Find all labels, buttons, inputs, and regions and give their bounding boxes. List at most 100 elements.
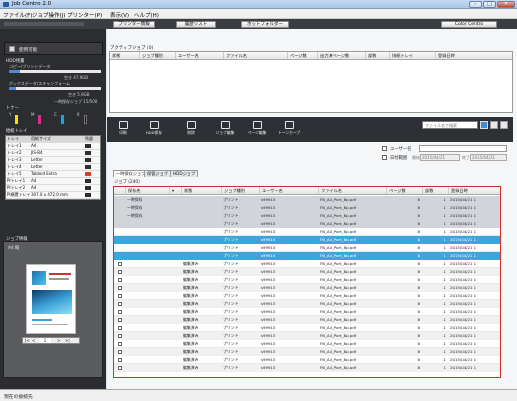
tray-row[interactable]: トレイ5 Tabloid Extra — [6, 171, 100, 178]
table-row[interactable]: 編集済み プリント s99915 FB_A4_Port_8p.pdf 8 1 2015/04… — [114, 324, 500, 332]
cell-file: FB_A4_Port_8p.pdf — [320, 357, 357, 362]
hdd-save-button[interactable]: HDD保存 — [142, 120, 166, 140]
sort-icon[interactable]: ▾ — [170, 187, 182, 194]
tray-row[interactable]: トレイ4 Letter — [6, 164, 100, 171]
print-button[interactable]: 印刷 — [111, 120, 135, 140]
printer-icon — [9, 46, 15, 52]
table-row[interactable]: 編集済み プリント s99915 FB_A4_Port_8p.pdf 8 1 2015/04… — [114, 292, 500, 300]
table-row[interactable]: プリント s99915 FB_A4_Port_8p.pdf 8 1 2015/04/21 … — [114, 228, 500, 236]
date-filter-checkbox[interactable] — [382, 155, 387, 160]
page-edit-button[interactable]: ページ編集 — [245, 120, 269, 140]
col-output-tray[interactable]: 排紙トレイ — [390, 52, 436, 59]
tray-name: PIトレイ1 — [7, 178, 26, 183]
history-list-button[interactable]: 履歴リスト — [176, 21, 216, 28]
tray-row[interactable]: トレイ3 Letter — [6, 157, 100, 164]
cell-date: 2015/04/21 1 — [450, 197, 477, 202]
end-date-field[interactable]: 2015/04/21 — [470, 154, 507, 161]
hot-folder-button[interactable]: ホットフォルダー — [241, 21, 289, 28]
col-pages[interactable]: ページ数 — [387, 187, 423, 194]
printer-info-button[interactable]: プリンター情報 — [113, 21, 155, 28]
table-row[interactable]: 一時保存 プリント s99915 FB_A4_Port_8p.pdf 8 1 2015/04… — [114, 204, 500, 212]
prev-page-icon[interactable]: < — [32, 338, 35, 343]
table-row[interactable]: 編集済み プリント s99915 FB_A4_Port_8p.pdf 8 1 2015/04… — [114, 300, 500, 308]
col-status[interactable]: 状態 — [182, 187, 222, 194]
row-icon — [114, 196, 126, 204]
col-date[interactable]: 登録日時 — [449, 187, 500, 194]
col-status[interactable]: 状態 — [110, 52, 140, 59]
maximize-button[interactable]: □ — [483, 1, 496, 8]
col-file[interactable]: ファイル名 — [224, 52, 288, 59]
search-icon[interactable] — [480, 121, 488, 129]
table-row[interactable]: 編集済み プリント s99915 FB_A4_Port_8p.pdf 8 1 2015/04… — [114, 316, 500, 324]
col-type[interactable]: ジョブ種別 — [222, 187, 260, 194]
col-copies[interactable]: 部数 — [366, 52, 390, 59]
delete-button[interactable]: 削除 — [179, 120, 203, 140]
cell-folder — [126, 268, 170, 276]
col-folder[interactable]: 保存先 — [126, 187, 170, 194]
table-row[interactable]: 編集済み プリント s99915 FB_A4_Port_8p.pdf 8 1 2015/04… — [114, 276, 500, 284]
tray-row[interactable]: トレイ2 JIS-B4 — [6, 150, 100, 157]
color-centro-button[interactable]: Color Centro — [441, 21, 497, 28]
user-filter-input[interactable] — [419, 145, 507, 152]
cell-pages: 8 — [417, 261, 420, 266]
cell-file: FB_A4_Port_8p.pdf — [320, 253, 357, 258]
table-row[interactable]: プリント s99915 FB_A4_Port_8p.pdf 8 1 2015/04/21 … — [114, 236, 500, 244]
start-date-field[interactable]: 2015/04/21 — [420, 154, 460, 161]
tab-hdd-jobs[interactable]: HDDジョブ — [170, 170, 199, 177]
last-page-icon[interactable]: >| — [65, 338, 70, 343]
menu-view[interactable]: 表示(V) — [110, 11, 129, 19]
refresh-icon[interactable] — [490, 121, 498, 129]
table-row[interactable]: 一時保存 プリント s99915 FB_A4_Port_8p.pdf 8 1 2015/04… — [114, 196, 500, 204]
table-row[interactable]: 編集済み プリント s99915 FB_A4_Port_8p.pdf 8 1 2015/04… — [114, 332, 500, 340]
table-row[interactable]: 編集済み プリント s99915 FB_A4_Port_8p.pdf 8 1 2015/04… — [114, 356, 500, 364]
table-row[interactable]: 編集済み プリント s99915 FB_A4_Port_8p.pdf 8 1 2015/04… — [114, 268, 500, 276]
table-row[interactable]: 編集済み プリント s99915 FB_A4_Port_8p.pdf 8 1 2015/04… — [114, 260, 500, 268]
table-row[interactable]: 編集済み プリント s99915 FB_A4_Port_8p.pdf 8 1 2015/04… — [114, 308, 500, 316]
next-page-icon[interactable]: > — [57, 338, 60, 343]
tray-row[interactable]: PI横置トレイ 307.0 x 472.0 mm — [6, 192, 100, 199]
menu-job[interactable]: ジョブ操作(J) — [32, 11, 65, 19]
menu-printer[interactable]: プリンター(P) — [67, 11, 102, 19]
cell-folder — [126, 260, 170, 267]
cell-type: プリント — [223, 229, 239, 234]
col-date[interactable]: 登録日時 — [436, 52, 512, 59]
tray-row[interactable]: PIトレイ1 A4 — [6, 178, 100, 185]
close-button[interactable]: ✕ — [497, 1, 515, 8]
menu-help[interactable]: ヘルプ(H) — [134, 11, 159, 19]
col-pages[interactable]: ページ数 — [288, 52, 318, 59]
job-edit-button[interactable]: ジョブ編集 — [213, 120, 237, 140]
first-page-icon[interactable]: |< — [25, 338, 30, 343]
menu-file[interactable]: ファイル(F) — [3, 11, 32, 19]
table-row[interactable]: 編集済み プリント s99915 FB_A4_Port_8p.pdf 8 1 2015/04… — [114, 340, 500, 348]
jobs-count: ジョブ (240) — [114, 180, 140, 185]
search-input[interactable] — [422, 121, 478, 129]
tray-row[interactable]: PIトレイ2 A4 — [6, 185, 100, 192]
table-row[interactable]: プリント s99915 FB_A4_Port_8p.pdf 8 1 2015/04/21 … — [114, 252, 500, 260]
tray-name: トレイ2 — [7, 150, 22, 155]
table-row[interactable]: 編集済み プリント s99915 FB_A4_Port_8p.pdf 8 1 2015/04… — [114, 284, 500, 292]
col-file[interactable]: ファイル名 — [319, 187, 387, 194]
table-row[interactable]: プリント s99915 FB_A4_Port_8p.pdf 8 1 2015/04/21 … — [114, 220, 500, 228]
table-row[interactable]: 一時保存 プリント s99915 FB_A4_Port_8p.pdf 8 1 2015/04… — [114, 212, 500, 220]
cell-status: 編集済み — [183, 357, 199, 362]
table-row[interactable]: 編集済み プリント s99915 FB_A4_Port_8p.pdf 8 1 2015/04… — [114, 364, 500, 372]
cell-pages: 8 — [417, 237, 420, 242]
col-type[interactable]: ジョブ種別 — [140, 52, 176, 59]
cell-status — [182, 196, 222, 204]
user-filter-checkbox[interactable] — [382, 146, 387, 151]
col-copies[interactable]: 部数 — [423, 187, 449, 194]
toner-k-bar — [84, 115, 87, 124]
tray-row[interactable]: トレイ1 A4 — [6, 143, 100, 150]
tray-name: PIトレイ2 — [7, 185, 26, 190]
page-number-field[interactable]: 1 — [39, 338, 51, 343]
help-icon[interactable] — [500, 121, 508, 129]
table-row[interactable]: プリント s99915 FB_A4_Port_8p.pdf 8 1 2015/04/21 … — [114, 244, 500, 252]
col-printed-pages[interactable]: 出力済ページ数 — [318, 52, 366, 59]
tone-curve-button[interactable]: トーンカーブ — [277, 120, 301, 140]
minimize-button[interactable]: – — [469, 1, 482, 8]
col-user[interactable]: ユーザー名 — [260, 187, 319, 194]
tray-level-icon — [84, 185, 100, 191]
col-user[interactable]: ユーザー名 — [176, 52, 224, 59]
table-row[interactable]: 編集済み プリント s99915 FB_A4_Port_8p.pdf 8 1 2015/04… — [114, 348, 500, 356]
tab-stored-jobs[interactable]: 保管ジョブ — [144, 170, 171, 177]
